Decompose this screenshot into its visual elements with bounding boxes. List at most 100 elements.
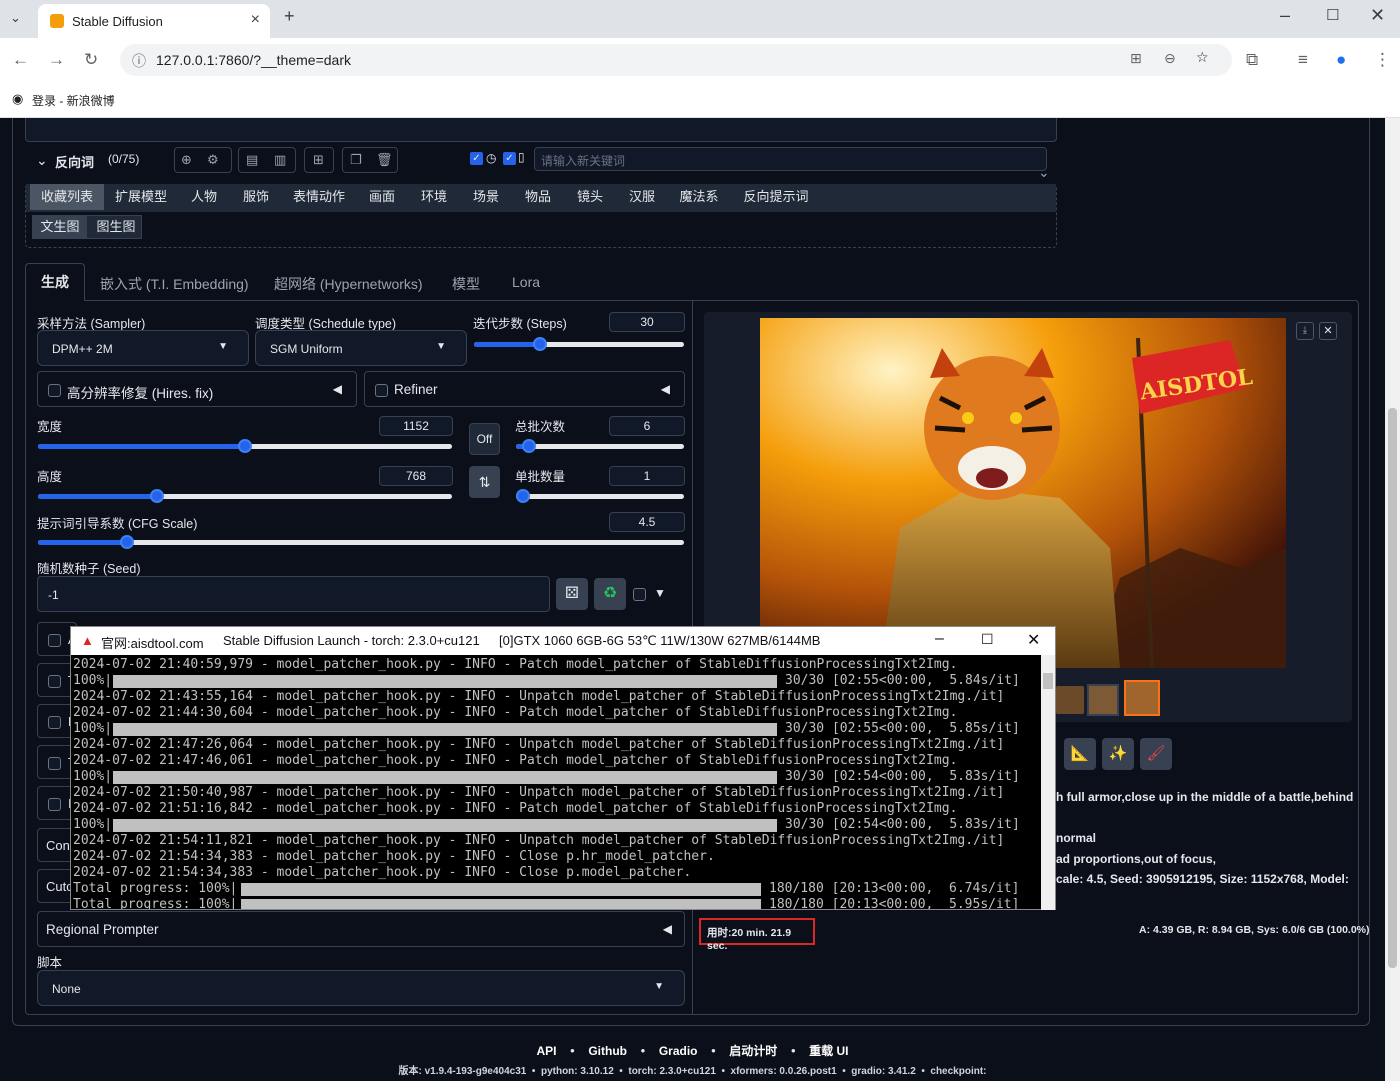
save-icon[interactable]: ▤ bbox=[246, 152, 258, 168]
browser-tab[interactable]: Stable Diffusion × bbox=[38, 4, 270, 38]
console-minimize-icon[interactable]: – bbox=[935, 630, 944, 648]
cfg-input[interactable]: 4.5 bbox=[609, 512, 685, 532]
row-checkbox[interactable] bbox=[48, 634, 61, 647]
zoom-icon[interactable]: ⊖ bbox=[1164, 50, 1176, 67]
steps-slider[interactable] bbox=[474, 337, 684, 351]
bookmark-icon[interactable]: ▥ bbox=[274, 152, 286, 168]
width-input[interactable]: 1152 bbox=[379, 416, 453, 436]
tab-search-icon[interactable]: ⌄ bbox=[10, 10, 21, 26]
steps-input[interactable]: 30 bbox=[609, 312, 685, 332]
row-checkbox[interactable] bbox=[48, 675, 61, 688]
tab-close-icon[interactable]: × bbox=[251, 11, 260, 29]
refiner-checkbox[interactable] bbox=[375, 384, 388, 397]
translate-icon[interactable]: ⊞ bbox=[1130, 50, 1142, 67]
bookmark-item[interactable]: 登录 - 新浪微博 bbox=[32, 92, 115, 109]
height-slider[interactable] bbox=[38, 489, 452, 503]
console-title-bar[interactable]: ▲ 官网:aisdtool.com Stable Diffusion Launc… bbox=[71, 627, 1055, 655]
random-seed-dice-icon[interactable]: ⚄ bbox=[556, 578, 588, 610]
maximize-icon[interactable]: ☐ bbox=[1326, 6, 1339, 24]
footer-link-gradio[interactable]: Gradio bbox=[659, 1044, 698, 1058]
hires-fix-accordion[interactable]: 高分辨率修复 (Hires. fix) ◀ bbox=[37, 371, 357, 407]
row-checkbox[interactable] bbox=[48, 798, 61, 811]
bookmark-star-icon[interactable]: ☆ bbox=[1196, 49, 1209, 66]
batch-size-input[interactable]: 1 bbox=[609, 466, 685, 486]
main-tab-generate[interactable]: 生成 bbox=[25, 263, 85, 301]
footer-link-reload[interactable]: 重载 UI bbox=[809, 1044, 848, 1058]
console-close-icon[interactable]: ✕ bbox=[1027, 630, 1040, 650]
collapse-triangle-icon[interactable]: ◀ bbox=[663, 922, 672, 936]
footer-link-startup[interactable]: 启动计时 bbox=[729, 1044, 777, 1058]
checkbox-1[interactable]: ✓ bbox=[470, 152, 483, 165]
aspect-lock-button[interactable]: Off bbox=[469, 423, 500, 455]
translate-icon[interactable]: ⊞ bbox=[313, 152, 324, 168]
footer-link-github[interactable]: Github bbox=[588, 1044, 627, 1058]
panel-icon[interactable]: ▯ bbox=[518, 150, 525, 164]
thumbnail-selected[interactable] bbox=[1124, 680, 1160, 716]
media-icon[interactable]: ≡ bbox=[1298, 50, 1308, 70]
tag-tab[interactable]: 收藏列表 bbox=[30, 184, 104, 210]
reload-icon[interactable]: ↻ bbox=[84, 50, 98, 70]
tag-tab[interactable]: 反向提示词 bbox=[732, 184, 820, 210]
ruler-icon[interactable]: 📐 bbox=[1064, 738, 1096, 770]
footer-link-api[interactable]: API bbox=[537, 1044, 557, 1058]
tag-tab[interactable]: 人物 bbox=[180, 184, 228, 210]
paint-brush-icon[interactable]: 🖌 bbox=[1140, 738, 1172, 770]
gear-icon[interactable]: ⚙ bbox=[207, 152, 219, 168]
download-icon[interactable]: ⤓ bbox=[1296, 322, 1314, 340]
sub-tab[interactable]: 图生图 bbox=[89, 216, 143, 238]
back-icon[interactable]: ← bbox=[12, 50, 29, 70]
tag-tab[interactable]: 物品 bbox=[514, 184, 562, 210]
height-input[interactable]: 768 bbox=[379, 466, 453, 486]
batch-count-input[interactable]: 6 bbox=[609, 416, 685, 436]
seed-input[interactable]: -1 bbox=[37, 576, 550, 612]
main-tab-model[interactable]: 模型 bbox=[452, 274, 480, 294]
new-tab-icon[interactable]: + bbox=[284, 6, 295, 27]
main-tab-embedding[interactable]: 嵌入式 (T.I. Embedding) bbox=[100, 274, 249, 294]
thumbnail[interactable] bbox=[1087, 684, 1119, 716]
trash-icon[interactable]: 🗑 bbox=[376, 152, 393, 168]
regional-prompter-accordion[interactable]: Regional Prompter ◀ bbox=[37, 911, 685, 947]
url-field[interactable]: ⓘ 127.0.0.1:7860/?__theme=dark ⊞ ⊖ ☆ bbox=[120, 44, 1232, 76]
console-window[interactable]: ▲ 官网:aisdtool.com Stable Diffusion Launc… bbox=[70, 626, 1056, 910]
row-checkbox[interactable] bbox=[48, 757, 61, 770]
checkbox-2[interactable]: ✓ bbox=[503, 152, 516, 165]
width-slider[interactable] bbox=[38, 439, 452, 453]
globe-icon[interactable]: ⊕ bbox=[181, 152, 192, 168]
tag-tab[interactable]: 画面 bbox=[358, 184, 406, 210]
main-tab-hypernetworks[interactable]: 超网络 (Hypernetworks) bbox=[274, 274, 423, 294]
schedule-dropdown[interactable]: SGM Uniform ▼ bbox=[255, 330, 467, 366]
sampler-dropdown[interactable]: DPM++ 2M ▼ bbox=[37, 330, 249, 366]
minimize-icon[interactable]: – bbox=[1280, 5, 1290, 26]
script-dropdown[interactable]: None ▼ bbox=[37, 970, 685, 1006]
generated-image[interactable]: AISDTOL bbox=[760, 318, 1286, 668]
close-gallery-icon[interactable]: ✕ bbox=[1319, 322, 1337, 340]
tag-tab[interactable]: 场景 bbox=[462, 184, 510, 210]
collapse-triangle-icon[interactable]: ◀ bbox=[661, 382, 670, 396]
refiner-accordion[interactable]: Refiner ◀ bbox=[364, 371, 685, 407]
reuse-seed-recycle-icon[interactable]: ♻ bbox=[594, 578, 626, 610]
tag-tab[interactable]: 汉服 bbox=[618, 184, 666, 210]
thumbnail[interactable] bbox=[1056, 686, 1084, 714]
console-maximize-icon[interactable]: ☐ bbox=[981, 631, 994, 648]
extra-seed-triangle-icon[interactable]: ▼ bbox=[654, 586, 666, 600]
tag-tab[interactable]: 扩展模型 bbox=[106, 184, 176, 210]
profile-icon[interactable]: ● bbox=[1336, 50, 1346, 70]
tag-tab[interactable]: 表情动作 bbox=[284, 184, 354, 210]
tag-tab[interactable]: 环境 bbox=[410, 184, 458, 210]
sparkle-icon[interactable]: ✨ bbox=[1102, 738, 1134, 770]
cfg-slider[interactable] bbox=[38, 535, 684, 549]
keyword-input[interactable]: 请输入新关键词 bbox=[534, 147, 1047, 171]
collapse-icon[interactable]: ⌄ bbox=[36, 152, 48, 169]
menu-icon[interactable]: ⋮ bbox=[1374, 50, 1391, 70]
tag-tab[interactable]: 服饰 bbox=[232, 184, 280, 210]
clock-icon[interactable]: ◷ bbox=[486, 151, 496, 165]
copy-icon[interactable]: ❐ bbox=[350, 152, 362, 168]
page-scrollbar[interactable] bbox=[1385, 118, 1400, 1081]
page-scroll-thumb[interactable] bbox=[1388, 408, 1397, 968]
swap-dimensions-button[interactable]: ⇅ bbox=[469, 466, 500, 498]
prompt-textarea[interactable] bbox=[25, 118, 1057, 142]
expand-circle-icon[interactable]: ⌄ bbox=[1038, 164, 1050, 181]
sub-tab[interactable]: 文生图 bbox=[33, 216, 87, 238]
batch-size-slider[interactable] bbox=[516, 489, 684, 503]
extra-seed-checkbox[interactable] bbox=[633, 588, 646, 601]
